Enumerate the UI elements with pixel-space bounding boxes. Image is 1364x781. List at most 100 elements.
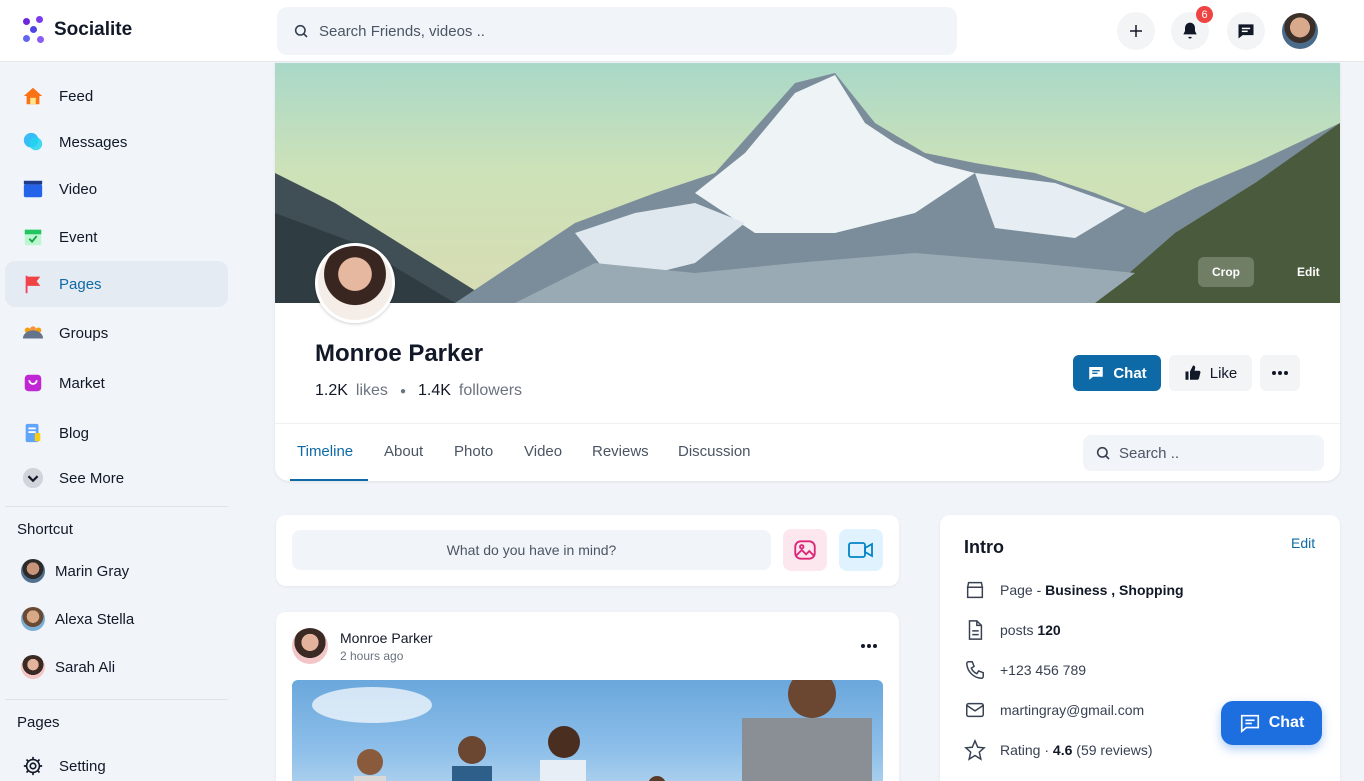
- user-avatar[interactable]: [1282, 13, 1318, 49]
- page-title: Monroe Parker: [315, 340, 484, 367]
- video-camera-icon: [848, 542, 873, 558]
- profile-search-placeholder: Search ..: [1119, 444, 1180, 462]
- sidebar-item-market[interactable]: Market: [5, 360, 228, 406]
- intro-title: Intro: [964, 537, 1004, 557]
- sidebar-item-pages[interactable]: Pages: [5, 261, 228, 307]
- floating-chat-label: Chat: [1268, 714, 1305, 731]
- sidebar-item-label: Market: [59, 374, 105, 392]
- chat-button-label: Chat: [1113, 364, 1147, 382]
- stat-separator: ●: [399, 385, 406, 397]
- group-photo-illustration: [312, 680, 872, 781]
- intro-rating-reviews[interactable]: (59 reviews): [1076, 742, 1152, 758]
- avatar: [21, 559, 45, 583]
- post-author-avatar[interactable]: [292, 628, 328, 664]
- store-icon: [966, 581, 984, 599]
- active-tab-indicator: [290, 479, 368, 481]
- search-icon: [1096, 446, 1110, 460]
- global-search-input[interactable]: Search Friends, videos ..: [277, 7, 957, 55]
- avatar: [21, 607, 45, 631]
- calendar-icon: [21, 225, 45, 249]
- notifications-button[interactable]: 6: [1171, 6, 1213, 50]
- message-icon: [1238, 24, 1254, 39]
- intro-rating-label: Rating ·: [1000, 742, 1050, 758]
- sidebar-see-more[interactable]: See More: [5, 455, 228, 501]
- messages-icon: [21, 130, 45, 154]
- intro-phone-value[interactable]: +123 456 789: [1000, 662, 1086, 678]
- search-placeholder: Search Friends, videos ..: [319, 22, 485, 40]
- add-photo-button[interactable]: [783, 529, 827, 571]
- intro-edit-link[interactable]: Edit: [1291, 535, 1315, 551]
- post-author-name[interactable]: Monroe Parker: [340, 630, 433, 646]
- tab-video[interactable]: Video: [524, 443, 562, 460]
- mountain-cover-illustration: [275, 73, 1340, 303]
- like-button[interactable]: Like: [1169, 355, 1252, 391]
- tab-timeline[interactable]: Timeline: [297, 443, 353, 460]
- chevron-down-icon: [21, 466, 45, 490]
- create-button[interactable]: [1117, 12, 1155, 50]
- sidebar-item-label: Event: [59, 228, 98, 246]
- chat-button[interactable]: Chat: [1073, 355, 1161, 391]
- tab-about[interactable]: About: [384, 443, 423, 460]
- cover-image: Crop Edit: [275, 63, 1340, 303]
- shortcut-item-sarah-ali[interactable]: Sarah Ali: [21, 655, 115, 679]
- add-video-button[interactable]: [839, 529, 883, 571]
- ellipsis-icon: [861, 644, 877, 648]
- sidebar-divider: [5, 506, 228, 507]
- floating-chat-button[interactable]: Chat: [1221, 701, 1322, 745]
- composer-input[interactable]: What do you have in mind?: [292, 530, 771, 570]
- sidebar-item-messages[interactable]: Messages: [5, 119, 228, 165]
- sidebar-item-video[interactable]: Video: [5, 166, 228, 212]
- sidebar-item-label: Setting: [59, 757, 106, 775]
- sidebar-item-label: See More: [59, 469, 125, 487]
- sidebar-divider: [5, 699, 228, 700]
- profile-stats: 1.2K likes ● 1.4K followers: [315, 382, 522, 400]
- tab-discussion[interactable]: Discussion: [678, 443, 751, 460]
- sidebar-item-event[interactable]: Event: [5, 214, 228, 260]
- pages-section-title: Pages: [17, 714, 60, 731]
- profile-avatar[interactable]: [315, 243, 395, 323]
- chat-icon: [1089, 367, 1104, 380]
- shortcut-item-marin-gray[interactable]: Marin Gray: [21, 559, 129, 583]
- shortcut-item-alexa-stella[interactable]: Alexa Stella: [21, 607, 134, 631]
- sidebar-item-groups[interactable]: Groups: [5, 310, 228, 356]
- tab-photo[interactable]: Photo: [454, 443, 493, 460]
- intro-posts: posts 120: [964, 619, 1061, 641]
- app-name: Socialite: [54, 19, 133, 40]
- shortcut-title: Shortcut: [17, 521, 73, 538]
- sidebar-item-label: Blog: [59, 424, 90, 442]
- sidebar-item-setting[interactable]: Setting: [5, 743, 228, 781]
- profile-search-input[interactable]: Search ..: [1083, 435, 1324, 471]
- sidebar-item-blog[interactable]: Blog: [5, 410, 228, 456]
- post-options-button[interactable]: [860, 636, 878, 654]
- post-timestamp: 2 hours ago: [340, 649, 404, 663]
- like-button-label: Like: [1209, 364, 1238, 382]
- sidebar: Feed Messages Video Event Pages Groups M…: [0, 63, 240, 781]
- post-image[interactable]: [292, 680, 883, 781]
- avatar: [21, 655, 45, 679]
- more-options-button[interactable]: [1260, 355, 1300, 391]
- sidebar-item-feed[interactable]: Feed: [5, 73, 228, 119]
- blog-icon: [21, 421, 45, 445]
- cover-edit-button[interactable]: Edit: [1283, 257, 1334, 287]
- intro-email: martingray@gmail.com: [964, 699, 1144, 721]
- intro-rating: Rating · 4.6 (59 reviews): [964, 739, 1153, 761]
- cover-crop-button[interactable]: Crop: [1198, 257, 1254, 287]
- intro-posts-count: 120: [1037, 622, 1061, 638]
- messages-button[interactable]: [1227, 12, 1265, 50]
- top-header: Socialite Search Friends, videos .. 6: [0, 0, 1364, 62]
- sidebar-item-label: Groups: [59, 324, 109, 342]
- sidebar-item-label: Pages: [59, 275, 102, 293]
- tab-reviews[interactable]: Reviews: [592, 443, 649, 460]
- shortcut-label: Marin Gray: [55, 562, 130, 580]
- tabs-divider: [275, 423, 1340, 424]
- intro-email-value[interactable]: martingray@gmail.com: [1000, 702, 1144, 718]
- post-composer: What do you have in mind?: [276, 515, 899, 586]
- search-icon: [294, 24, 308, 38]
- intro-rating-value: 4.6: [1052, 742, 1073, 758]
- notification-badge: 6: [1196, 6, 1213, 23]
- shopping-bag-icon: [21, 371, 45, 395]
- followers-label: followers: [458, 382, 523, 399]
- shortcut-label: Alexa Stella: [55, 610, 135, 628]
- flag-icon: [21, 272, 45, 296]
- app-logo[interactable]: Socialite: [22, 16, 132, 44]
